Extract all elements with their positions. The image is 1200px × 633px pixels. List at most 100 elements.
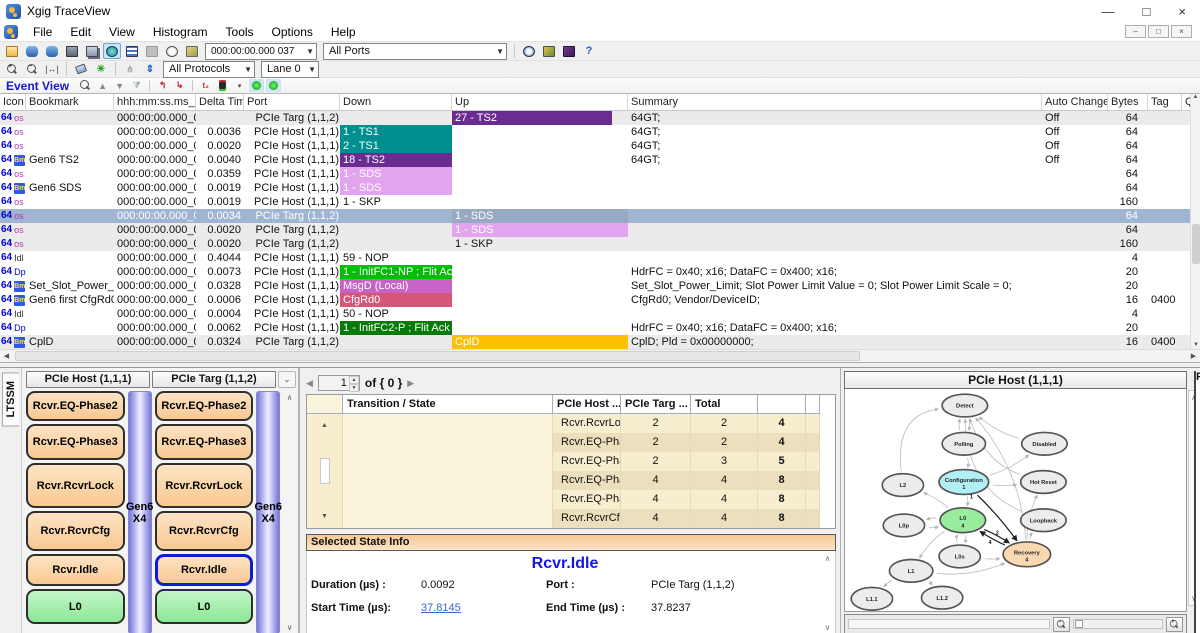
- table-row[interactable]: 64BmGen6 first CfgRd0000:00:00.000_0380.…: [0, 293, 1200, 307]
- menu-tools[interactable]: Tools: [217, 24, 263, 40]
- transition-column-header[interactable]: PCIe Targ ...: [621, 395, 691, 414]
- diagram-title[interactable]: PCIe Host (1,1,1): [844, 371, 1187, 389]
- ltssm-state-targ[interactable]: Rcvr.Idle: [155, 554, 254, 586]
- ltssm-state-host[interactable]: Rcvr.RcvrCfg: [26, 511, 125, 551]
- menu-options[interactable]: Options: [263, 24, 322, 40]
- ports-combo[interactable]: All Ports▼: [323, 43, 507, 60]
- export-trace-icon[interactable]: [23, 43, 41, 59]
- table-row[interactable]: 64BmSet_Slot_Power_Limit000:00:00.000_03…: [0, 279, 1200, 293]
- table-row[interactable]: 64Dp000:00:00.000_0380.0073PCIe Host (1,…: [0, 265, 1200, 279]
- scroll-right-icon[interactable]: ▶: [1187, 352, 1200, 360]
- mdi-close-button[interactable]: ×: [1171, 25, 1192, 38]
- table-row[interactable]: 64os000:00:00.000_0370.0020PCIe Targ (1,…: [0, 223, 1200, 237]
- table-row[interactable]: 64os000:00:00.000_0370.0020PCIe Host (1,…: [0, 139, 1200, 153]
- column-header[interactable]: hhh:mm:ss.ms_us: [114, 94, 196, 110]
- state-node-l0p[interactable]: L0p: [883, 514, 924, 537]
- state-node-polling[interactable]: Polling: [942, 432, 985, 455]
- table-row[interactable]: 64os000:00:00.000_0370.0019PCIe Host (1,…: [0, 195, 1200, 209]
- ltssm-state-diagram[interactable]: DetectPollingDisabledConfiguration1Hot R…: [844, 389, 1187, 612]
- pager-next-icon[interactable]: ▶: [407, 378, 414, 389]
- table-row[interactable]: 64Dp000:00:00.000_0380.0062PCIe Host (1,…: [0, 321, 1200, 335]
- tab-ltssm[interactable]: LTSSM: [2, 372, 19, 426]
- menu-view[interactable]: View: [100, 24, 144, 40]
- find-event-icon[interactable]: [78, 79, 93, 92]
- column-header[interactable]: Icon: [0, 94, 26, 110]
- column-header[interactable]: Port: [244, 94, 340, 110]
- ltssm-targ-button[interactable]: PCIe Targ (1,1,2): [152, 371, 276, 388]
- table-row[interactable]: 64Idl000:00:00.000_0380.0004PCIe Host (1…: [0, 307, 1200, 321]
- save-all-icon[interactable]: [83, 43, 101, 59]
- maximize-button[interactable]: □: [1143, 4, 1151, 19]
- ltssm-state-targ[interactable]: Rcvr.RcvrCfg: [155, 511, 254, 551]
- vertical-expand-icon[interactable]: ⇕: [141, 61, 159, 77]
- ltssm-dropdown-icon[interactable]: ⌄: [278, 371, 296, 388]
- table-row[interactable]: 64Idl000:00:00.000_0380.4044PCIe Host (1…: [0, 251, 1200, 265]
- time-position-combo[interactable]: 000:00:00.000 037▼: [205, 43, 317, 60]
- ltssm-state-host[interactable]: Rcvr.RcvrLock: [26, 463, 125, 508]
- state-node-l11[interactable]: L1.1: [851, 587, 892, 610]
- event-table-hscrollbar[interactable]: ◀ ▶: [0, 349, 1200, 362]
- state-node-loopback[interactable]: Loopback: [1021, 509, 1066, 532]
- transition-column-header[interactable]: [758, 395, 806, 414]
- transition-column-header[interactable]: Total: [691, 395, 758, 414]
- scroll-left-icon[interactable]: ◀: [0, 352, 13, 360]
- snowflake-icon[interactable]: ✳: [92, 61, 110, 77]
- state-node-hotreset[interactable]: Hot Reset: [1021, 471, 1066, 494]
- column-header[interactable]: Bookmark: [26, 94, 114, 110]
- ltssm-state-targ[interactable]: L0: [155, 589, 254, 624]
- pager-spinner[interactable]: 1 ▲▼: [318, 375, 360, 391]
- state-node-detect[interactable]: Detect: [942, 394, 987, 417]
- menu-file[interactable]: File: [24, 24, 61, 40]
- ltssm-state-host[interactable]: L0: [26, 589, 125, 624]
- help-icon[interactable]: ?: [580, 43, 598, 59]
- table-row[interactable]: 64BmCplD000:00:00.000_0380.0324PCIe Targ…: [0, 335, 1200, 349]
- column-header[interactable]: Tag: [1148, 94, 1182, 110]
- ltssm-state-host[interactable]: Rcvr.Idle: [26, 554, 125, 586]
- menu-histogram[interactable]: Histogram: [144, 24, 217, 40]
- grid-view-icon[interactable]: [123, 43, 141, 59]
- state-node-disabled[interactable]: Disabled: [1022, 432, 1067, 455]
- filter-icon[interactable]: ⧩: [129, 79, 144, 92]
- table-row[interactable]: 64os000:00:00.000_0370.0036PCIe Host (1,…: [0, 125, 1200, 139]
- state-node-l0[interactable]: L04: [940, 508, 985, 533]
- menu-edit[interactable]: Edit: [61, 24, 100, 40]
- minimize-button[interactable]: —: [1102, 4, 1115, 19]
- event-table-vscrollbar[interactable]: ▲▼: [1190, 94, 1200, 349]
- statistics-icon[interactable]: [560, 43, 578, 59]
- scroll-down-icon[interactable]: ▼: [321, 507, 328, 526]
- save-icon[interactable]: [63, 43, 81, 59]
- state-node-l12[interactable]: L1.2: [921, 586, 962, 609]
- pager-prev-icon[interactable]: ◀: [306, 378, 313, 389]
- column-header[interactable]: Down: [340, 94, 452, 110]
- next-event-icon[interactable]: ▼: [112, 79, 127, 92]
- go-signal-2-icon[interactable]: [266, 79, 281, 92]
- state-node-l0s[interactable]: L0s: [939, 545, 980, 568]
- traffic-dropdown-icon[interactable]: ▾: [232, 79, 247, 92]
- transition-column-header[interactable]: PCIe Host ...: [553, 395, 621, 414]
- fit-width-icon[interactable]: |↔|: [43, 61, 61, 77]
- tag-icon[interactable]: [72, 61, 90, 77]
- open-file-icon[interactable]: [3, 43, 21, 59]
- ltssm-state-host[interactable]: Rcvr.EQ-Phase3: [26, 424, 125, 460]
- clock-info-icon[interactable]: [520, 43, 538, 59]
- lane-combo[interactable]: Lane 0▼: [261, 61, 319, 78]
- zoom-out-icon[interactable]: −: [23, 61, 41, 77]
- mdi-restore-button[interactable]: □: [1148, 25, 1169, 38]
- zoom-in-icon[interactable]: +: [3, 61, 21, 77]
- transition-column-header[interactable]: [806, 395, 820, 414]
- protocols-combo[interactable]: All Protocols▼: [163, 61, 255, 78]
- transition-column-header[interactable]: [307, 395, 343, 414]
- ltssm-state-targ[interactable]: Rcvr.EQ-Phase3: [155, 424, 254, 460]
- report-icon[interactable]: [183, 43, 201, 59]
- diagram-hscrollbar[interactable]: [848, 619, 1050, 629]
- close-button[interactable]: ×: [1178, 4, 1186, 19]
- column-header[interactable]: Up: [452, 94, 628, 110]
- state-node-l1[interactable]: L1: [889, 560, 932, 583]
- ltssm-host-button[interactable]: PCIe Host (1,1,1): [26, 371, 150, 388]
- timer-icon[interactable]: [163, 43, 181, 59]
- column-header[interactable]: Summary: [628, 94, 1042, 110]
- expert-analysis-icon[interactable]: [540, 43, 558, 59]
- ltssm-scrollbar[interactable]: ∧∨: [283, 391, 296, 633]
- state-info-scrollbar[interactable]: ∧∨: [821, 552, 834, 633]
- spin-down-icon[interactable]: ▼: [349, 384, 359, 392]
